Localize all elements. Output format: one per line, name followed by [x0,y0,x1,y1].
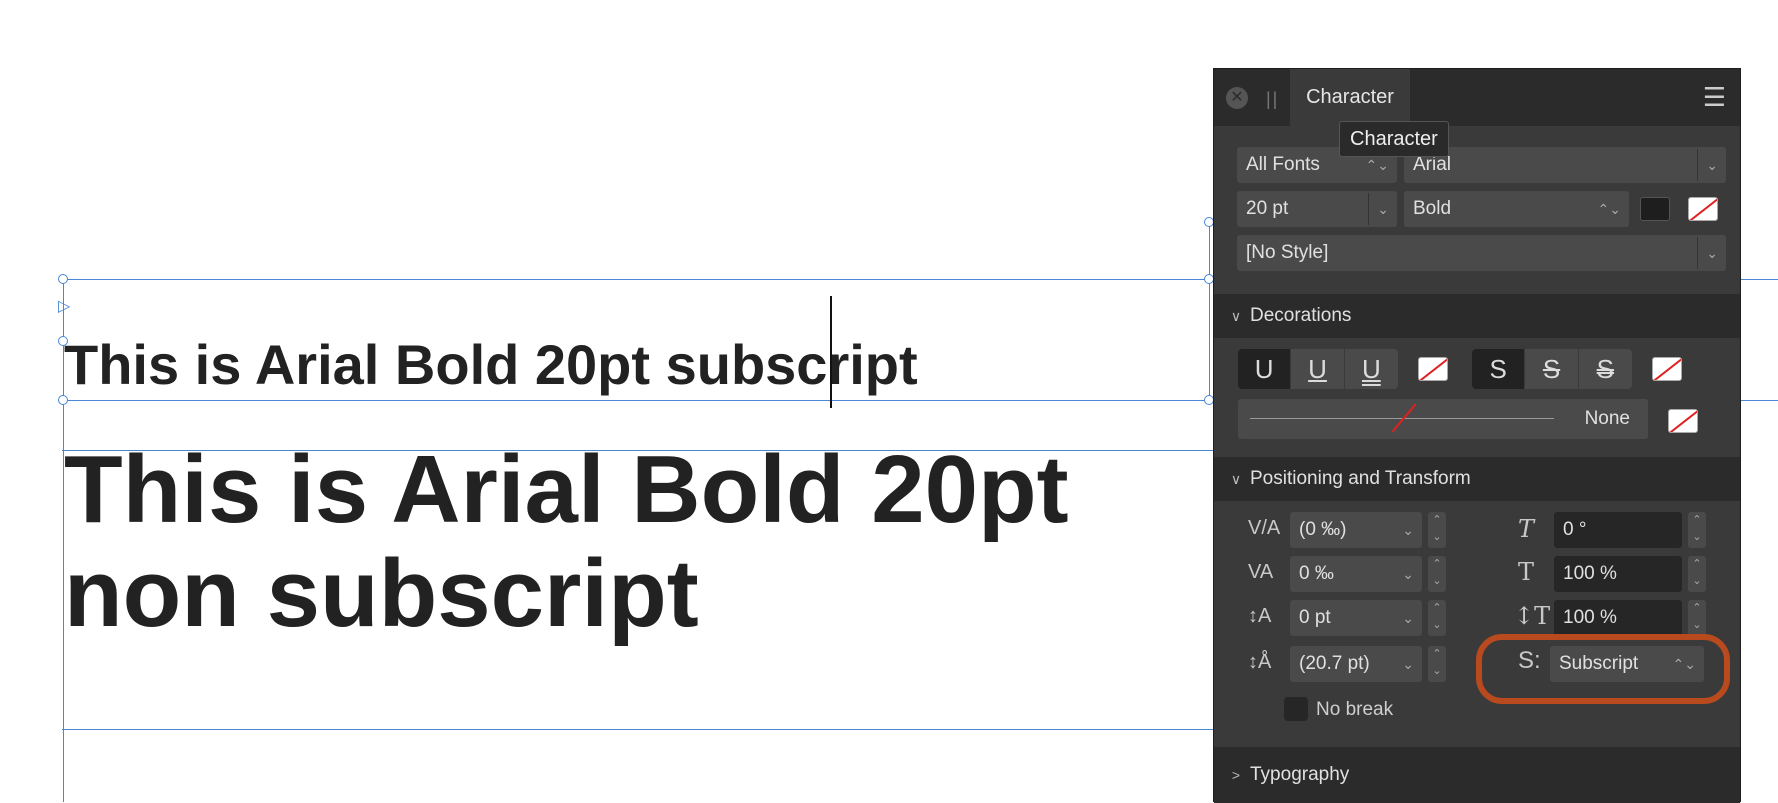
skew-icon: T [1518,515,1535,543]
non-subscript-line-2: non subscript [64,540,699,647]
baseline-shift-icon: ↕A [1248,605,1272,627]
vertical-scale-stepper[interactable]: ⌃ ⌄ [1688,600,1706,636]
baseline-field[interactable]: 0 pt ⌄ [1290,600,1422,636]
underline-glyph: U [1308,354,1327,384]
chevron-down-icon: ⌄ [1402,656,1414,672]
section-positioning-and-transform[interactable]: ∨ Positioning and Transform [1214,457,1740,501]
section-title: Positioning and Transform [1250,468,1471,489]
section-title: Typography [1250,764,1350,785]
chevron-down-icon: ∨ [1230,308,1242,324]
horizontal-scale-stepper[interactable]: ⌃ ⌄ [1688,556,1706,592]
strikethrough-button-group: S S S [1472,349,1632,389]
section-typography[interactable]: > Typography [1214,747,1740,803]
text-frame-right-edge [1209,222,1210,400]
horizontal-scale-value: 100 % [1563,563,1617,584]
paragraph-style-select[interactable]: [No Style] ⌄ [1237,235,1726,271]
underline-color-swatch[interactable] [1418,357,1448,381]
section-decorations[interactable]: ∨ Decorations [1214,294,1740,338]
chevron-down-icon: ∨ [1230,471,1242,487]
font-style-value: Bold [1413,198,1452,219]
leading-icon: ↕Å [1248,651,1272,673]
separator [1697,149,1698,181]
close-icon[interactable]: ✕ [1226,87,1248,109]
font-family-select[interactable]: Arial ⌄ [1404,147,1726,183]
decoration-line-color-swatch[interactable] [1668,409,1698,433]
kerning-icon: V/A [1248,517,1281,539]
subscript-text-line[interactable]: This is Arial Bold 20pt subscript [64,332,918,398]
no-break-label: No break [1316,699,1394,720]
chevron-down-icon: ⌄ [1377,201,1389,217]
no-break-checkbox[interactable] [1284,697,1308,721]
baseline-stepper[interactable]: ⌃ ⌄ [1428,600,1446,636]
text-stroke-swatch[interactable] [1688,197,1718,221]
text-frame-2-bottom-edge [62,729,1213,730]
chevron-down-icon: ⌄ [1402,566,1414,582]
horizontal-scale-field[interactable]: 100 % [1554,556,1682,592]
font-style-select[interactable]: Bold ⌃⌄ [1404,191,1629,227]
strike-single-button[interactable]: S [1525,349,1579,389]
subscript-highlight-annotation [1476,634,1730,704]
chevron-down-icon: ⌄ [1706,245,1718,261]
up-down-icon: ⌃⌄ [1597,201,1621,217]
kerning-value: (0 ‰) [1299,519,1347,540]
underline-double-button[interactable]: U [1345,349,1398,389]
font-size-field[interactable]: 20 pt ⌄ [1237,191,1397,227]
tab-character[interactable]: Character [1290,69,1410,126]
strike-glyph: S [1542,354,1561,384]
non-subscript-line-1: This is Arial Bold 20pt [64,436,1069,543]
leading-stepper[interactable]: ⌃ ⌄ [1428,646,1446,682]
font-size-value: 20 pt [1246,198,1289,219]
leading-value: (20.7 pt) [1299,653,1370,674]
font-family-value: Arial [1413,154,1452,175]
tracking-field[interactable]: 0 ‰ ⌄ [1290,556,1422,592]
separator [1697,237,1698,269]
vertical-scale-value: 100 % [1563,607,1617,628]
underline-single-button[interactable]: U [1291,349,1345,389]
strike-double-button[interactable]: S [1579,349,1632,389]
non-subscript-text[interactable]: This is Arial Bold 20pt non subscript [64,438,1069,646]
tab-tooltip: Character [1339,121,1449,157]
tracking-stepper[interactable]: ⌃ ⌄ [1428,556,1446,592]
section-title: Decorations [1250,305,1352,326]
horizontal-scale-icon: T [1518,558,1535,586]
underline-glyph: U [1361,354,1381,384]
chevron-down-icon: ⌄ [1706,157,1718,173]
resize-handle-top-left[interactable] [58,274,68,284]
strike-none-button[interactable]: S [1472,349,1526,389]
baseline-value: 0 pt [1299,607,1331,628]
strike-color-swatch[interactable] [1652,357,1682,381]
panel-titlebar: ✕ || Character ☰ [1214,69,1740,126]
chevron-down-icon: ⌄ [1402,522,1414,538]
text-caret [830,296,832,408]
leading-field[interactable]: (20.7 pt) ⌄ [1290,646,1422,682]
skew-stepper[interactable]: ⌃ ⌄ [1688,512,1706,548]
underline-none-button[interactable]: U [1238,349,1292,389]
vertical-scale-field[interactable]: 100 % [1554,600,1682,636]
text-fill-swatch[interactable] [1640,197,1670,221]
tracking-icon: VA [1248,561,1274,583]
vertical-scale-icon: ↕T [1514,602,1551,630]
hamburger-menu-icon[interactable]: ☰ [1703,84,1726,110]
separator [1368,193,1369,225]
font-collection-value: All Fonts [1246,154,1320,175]
chevron-right-icon: > [1231,767,1241,783]
line-style-value: None [1584,408,1630,429]
chevron-down-icon: ⌄ [1402,610,1414,626]
drag-grip-icon[interactable]: || [1266,89,1279,110]
kerning-stepper[interactable]: ⌃ ⌄ [1428,512,1446,548]
strike-glyph: S [1596,354,1615,384]
skew-field[interactable]: 0 ° [1554,512,1682,548]
frame-arrow-icon: ▷ [58,298,71,315]
tracking-value: 0 ‰ [1299,563,1334,584]
paragraph-style-value: [No Style] [1246,242,1329,263]
decoration-line-style-select[interactable]: None [1238,399,1648,439]
kerning-field[interactable]: (0 ‰) ⌄ [1290,512,1422,548]
skew-value: 0 ° [1563,519,1587,540]
underline-button-group: U U U [1238,349,1398,389]
